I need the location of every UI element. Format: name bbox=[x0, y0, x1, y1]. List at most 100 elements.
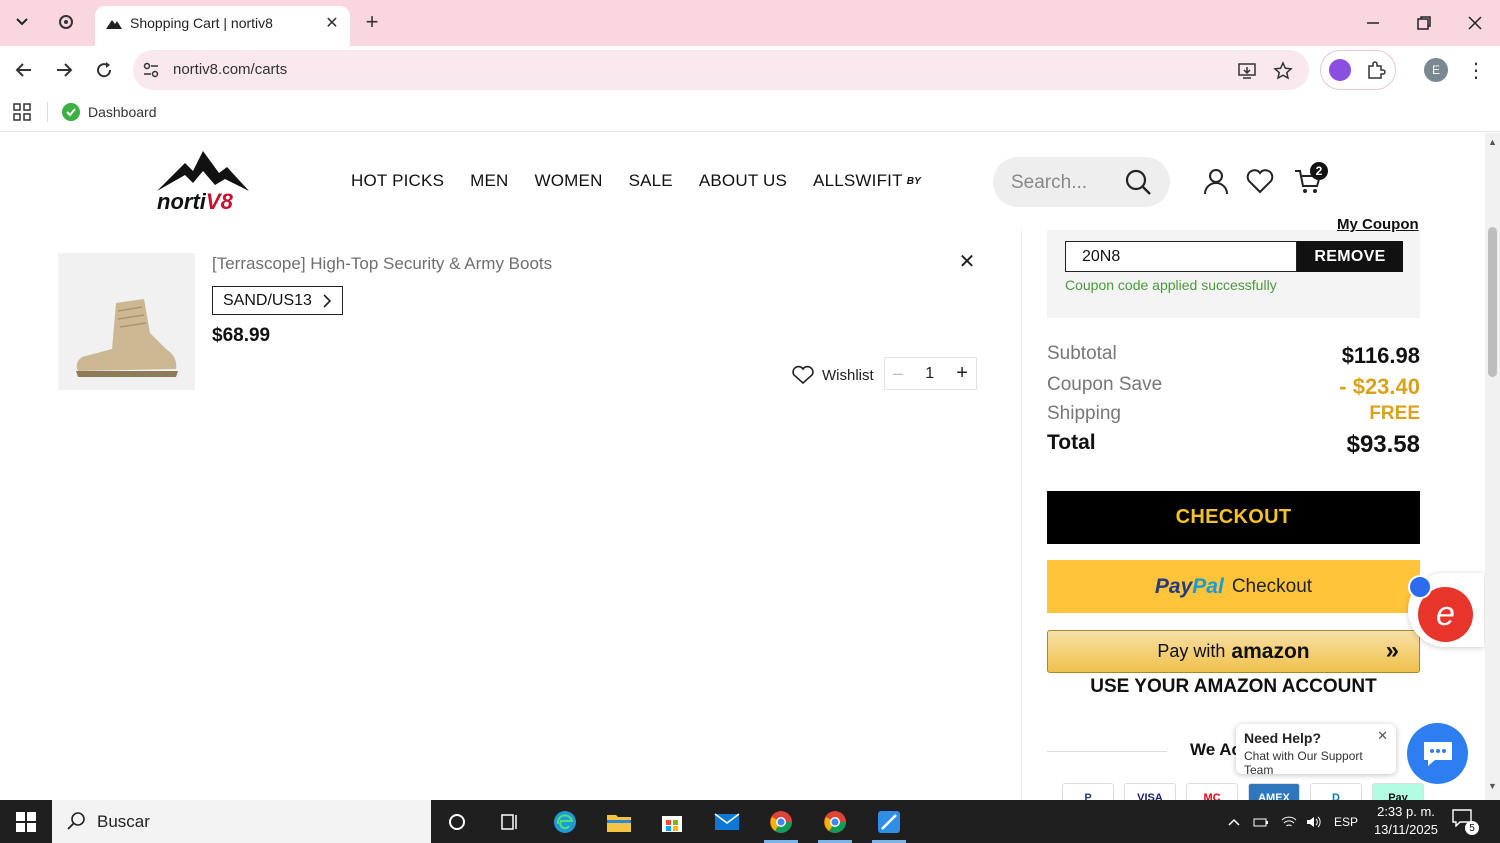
paypal-checkout-label: Checkout bbox=[1231, 575, 1313, 597]
paypal-card-icon: P bbox=[1062, 783, 1114, 800]
bookmark-label: Dashboard bbox=[88, 104, 157, 120]
install-app-icon[interactable] bbox=[1236, 60, 1258, 82]
site-info-icon[interactable] bbox=[141, 60, 161, 80]
volume-icon[interactable] bbox=[1303, 800, 1325, 843]
windows-logo-icon bbox=[16, 811, 36, 832]
cortana-icon[interactable] bbox=[432, 800, 482, 843]
site-search-input[interactable]: Search... bbox=[993, 157, 1170, 207]
snipping-tool-icon[interactable] bbox=[864, 800, 914, 843]
wishlist-label: Wishlist bbox=[822, 366, 874, 384]
close-help-icon[interactable]: ✕ bbox=[1377, 728, 1388, 744]
nav-about-us[interactable]: ABOUT US bbox=[699, 171, 787, 191]
product-price: $68.99 bbox=[212, 325, 271, 346]
nav-men[interactable]: MEN bbox=[470, 171, 508, 191]
tab-shopping-cart[interactable]: Shopping Cart | nortiv8 ✕ bbox=[95, 6, 350, 46]
notification-center[interactable]: 5 bbox=[1452, 809, 1480, 835]
shipping-value: FREE bbox=[1369, 403, 1420, 424]
nav-allswifit[interactable]: ALLSWIFIT BY bbox=[813, 171, 921, 191]
cashback-extension-widget[interactable]: e bbox=[1408, 573, 1484, 647]
tab-group-button[interactable] bbox=[54, 10, 78, 34]
nav-sale[interactable]: SALE bbox=[629, 171, 673, 191]
mastercard-icon: MC bbox=[1186, 783, 1238, 800]
product-image[interactable] bbox=[58, 253, 195, 390]
browser-toolbar: nortiv8.com/carts E ⋮ bbox=[0, 46, 1500, 94]
paypal-checkout-button[interactable]: PayPal Checkout bbox=[1047, 560, 1420, 613]
need-help-popup[interactable]: Need Help? Chat with Our Support Team ✕ bbox=[1236, 724, 1396, 777]
nav-women[interactable]: WOMEN bbox=[535, 171, 603, 191]
chat-bubble-icon bbox=[1423, 741, 1452, 766]
coupon-code-input[interactable]: 20N8 bbox=[1065, 241, 1297, 272]
browser-menu-icon[interactable]: ⋮ bbox=[1464, 58, 1488, 82]
back-button[interactable] bbox=[10, 56, 38, 84]
bookmark-dashboard[interactable]: Dashboard bbox=[62, 100, 157, 124]
amex-card-icon: AMEX bbox=[1248, 783, 1300, 800]
tab-search-dropdown[interactable] bbox=[8, 8, 36, 36]
total-label: Total bbox=[1047, 431, 1096, 454]
page-scrollbar[interactable]: ▲ ▼ bbox=[1485, 133, 1500, 800]
chrome-profile-e-icon[interactable] bbox=[756, 800, 806, 843]
profile-avatar[interactable]: E bbox=[1424, 58, 1448, 82]
close-tab-icon[interactable]: ✕ bbox=[322, 13, 342, 33]
amazon-pay-button[interactable]: Pay with amazon » bbox=[1047, 630, 1420, 673]
nav-hot-picks[interactable]: HOT PICKS bbox=[351, 171, 444, 191]
new-tab-button[interactable]: + bbox=[360, 9, 384, 34]
account-icon[interactable] bbox=[1202, 167, 1230, 195]
back-arrow-icon bbox=[15, 63, 31, 77]
divider bbox=[1047, 751, 1167, 752]
subtotal-label: Subtotal bbox=[1047, 343, 1117, 364]
show-hidden-icons[interactable] bbox=[1222, 800, 1246, 843]
scroll-up-icon[interactable]: ▲ bbox=[1488, 137, 1497, 147]
chrome-icon[interactable] bbox=[810, 800, 860, 843]
wishlist-heart-icon[interactable] bbox=[1246, 167, 1274, 195]
subtotal-value: $116.98 bbox=[1341, 343, 1420, 368]
increase-quantity-button[interactable]: + bbox=[956, 362, 968, 385]
file-explorer-icon[interactable] bbox=[594, 800, 644, 843]
order-summary: My Coupon 20N8 REMOVE Coupon code applie… bbox=[1021, 216, 1485, 800]
search-placeholder: Search... bbox=[1011, 172, 1088, 193]
need-help-subtitle: Chat with Our Support Team bbox=[1244, 749, 1363, 777]
remove-coupon-button[interactable]: REMOVE bbox=[1297, 241, 1403, 272]
checkout-button[interactable]: CHECKOUT bbox=[1047, 491, 1420, 544]
search-icon[interactable] bbox=[1123, 167, 1153, 197]
reload-button[interactable] bbox=[90, 56, 118, 84]
forward-button[interactable] bbox=[50, 56, 78, 84]
product-name[interactable]: [Terrascope] High-Top Security & Army Bo… bbox=[212, 254, 552, 274]
restore-icon[interactable] bbox=[1411, 10, 1437, 36]
extensions-puzzle-icon[interactable] bbox=[1365, 59, 1387, 81]
taskbar-search-input[interactable]: Buscar bbox=[52, 800, 431, 843]
minimize-icon[interactable] bbox=[1360, 10, 1386, 36]
add-to-wishlist-button[interactable]: Wishlist bbox=[792, 363, 874, 387]
clock-date: 13/11/2025 bbox=[1373, 822, 1439, 837]
close-window-icon[interactable] bbox=[1462, 10, 1488, 36]
system-clock[interactable]: 2:33 p. m. 13/11/2025 bbox=[1366, 803, 1446, 839]
need-help-title: Need Help? bbox=[1244, 730, 1322, 746]
quantity-value[interactable]: 1 bbox=[925, 365, 934, 383]
dashboard-favicon-icon bbox=[62, 103, 80, 121]
coupon-section: My Coupon 20N8 REMOVE Coupon code applie… bbox=[1047, 216, 1420, 318]
bookmark-star-icon[interactable] bbox=[1272, 60, 1294, 82]
decrease-quantity-button[interactable]: – bbox=[893, 363, 903, 384]
quantity-stepper: – 1 + bbox=[884, 357, 977, 390]
search-icon bbox=[67, 812, 85, 830]
wifi-icon[interactable] bbox=[1278, 800, 1300, 843]
microsoft-store-icon[interactable] bbox=[647, 800, 697, 843]
mail-icon[interactable] bbox=[702, 800, 752, 843]
remove-item-icon[interactable]: ✕ bbox=[956, 250, 978, 273]
chat-button[interactable] bbox=[1407, 723, 1468, 784]
edge-browser-icon[interactable] bbox=[540, 800, 590, 843]
web-page: nortiV8 HOT PICKS MEN WOMEN SALE ABOUT U… bbox=[0, 133, 1485, 800]
copilot-extension-icon[interactable] bbox=[1329, 59, 1351, 81]
task-view-icon[interactable] bbox=[485, 800, 535, 843]
coupon-success-message: Coupon code applied successfully bbox=[1065, 277, 1277, 293]
scroll-down-icon[interactable]: ▼ bbox=[1488, 781, 1497, 791]
battery-icon[interactable] bbox=[1250, 800, 1272, 843]
address-bar[interactable]: nortiv8.com/carts bbox=[133, 50, 1309, 90]
my-coupon-link[interactable]: My Coupon bbox=[1337, 216, 1419, 233]
mountain-logo-icon bbox=[157, 151, 249, 191]
scrollbar-thumb[interactable] bbox=[1488, 227, 1497, 377]
apps-grid-icon[interactable] bbox=[12, 102, 32, 122]
language-indicator[interactable]: ESP bbox=[1330, 800, 1362, 843]
start-button[interactable] bbox=[0, 800, 52, 843]
site-logo[interactable]: nortiV8 bbox=[155, 149, 251, 215]
variant-selector[interactable]: SAND/US13 bbox=[212, 286, 343, 315]
